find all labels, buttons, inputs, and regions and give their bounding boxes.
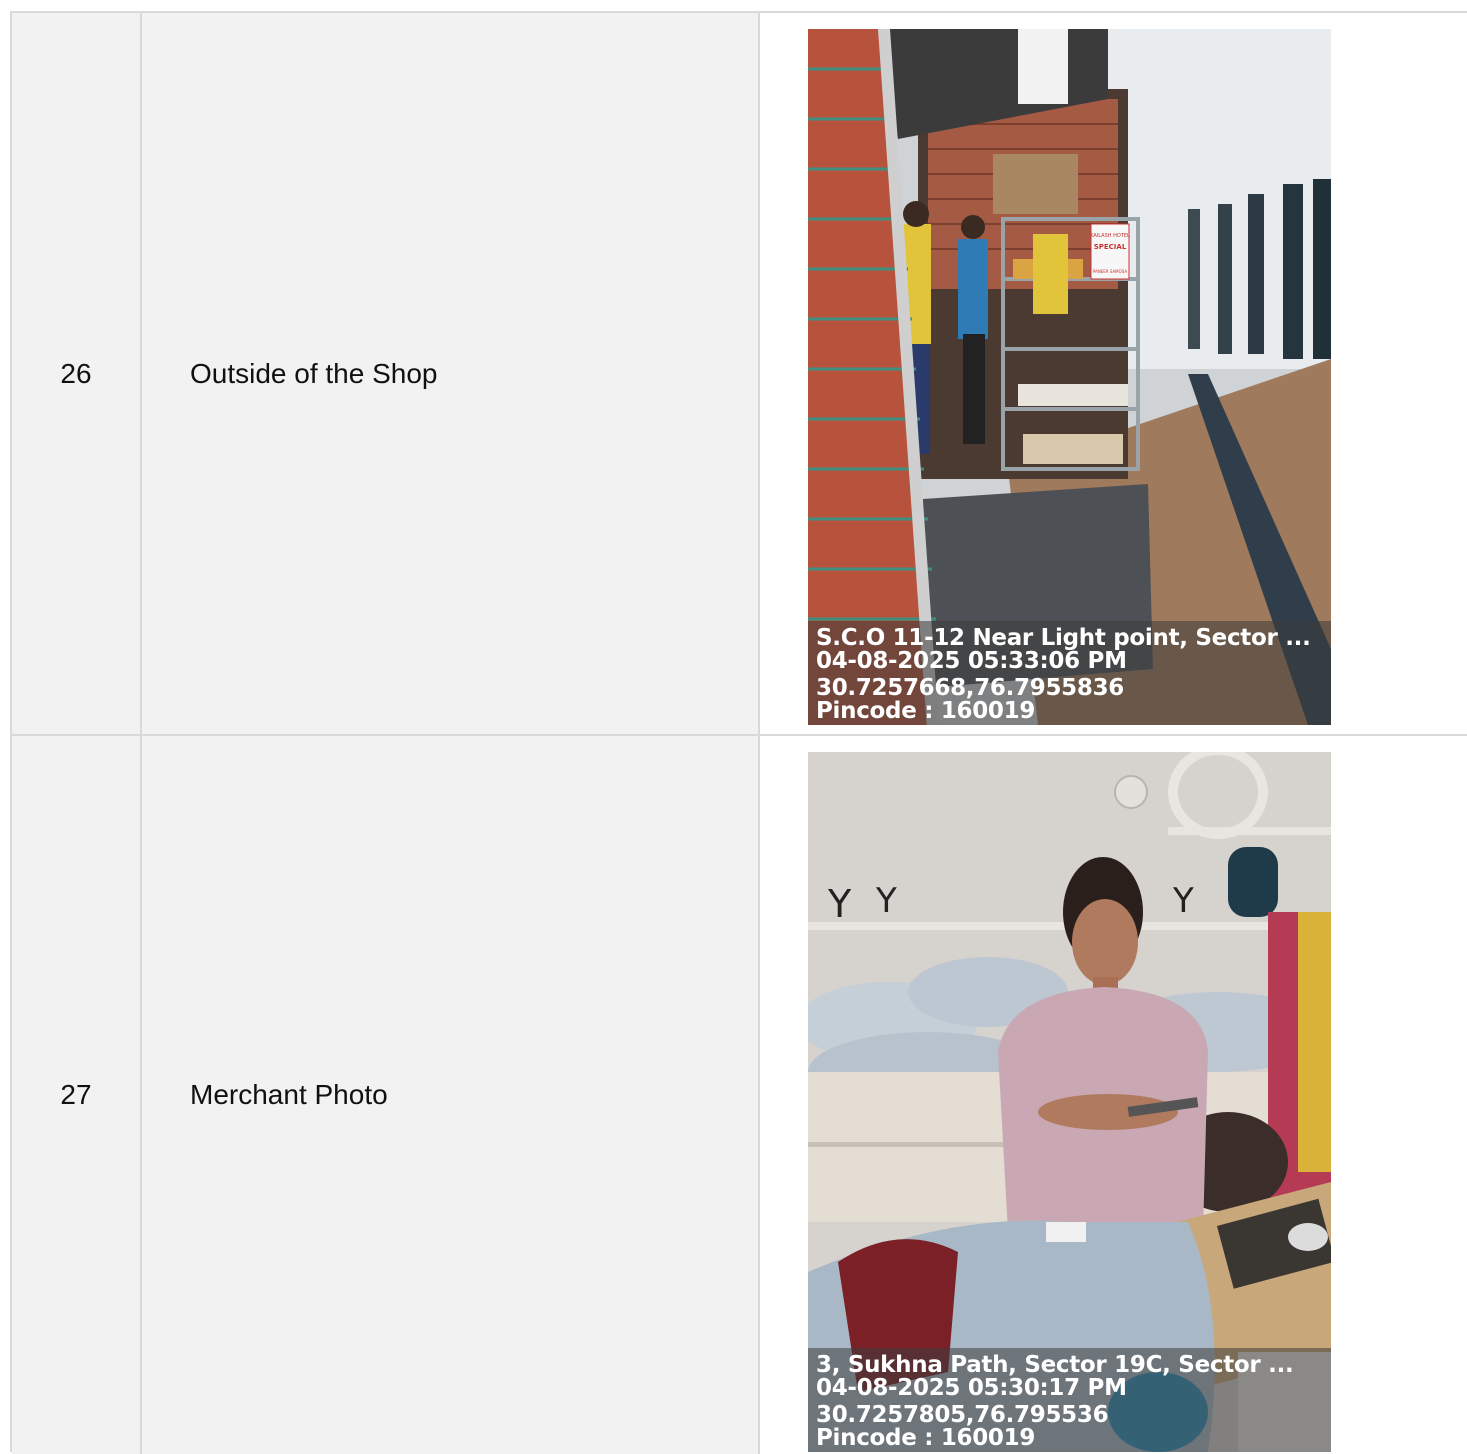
table-row: 26 Outside of the Shop KAILASH HOTEL SPE… — [12, 13, 1467, 736]
geo-datetime: 04-08-2025 05:33:06 PM — [816, 648, 1127, 674]
svg-text:Y: Y — [1172, 881, 1194, 921]
geo-coordinates: 30.7257668,76.7955836 — [816, 675, 1124, 701]
row-photo-cell: Y Y Y 3, Sukhna Path, Sector 19C, Sector… — [760, 736, 1467, 1454]
row-label: Merchant Photo — [190, 1079, 388, 1110]
shop-exterior-photo[interactable]: KAILASH HOTEL SPECIAL PANEER SAMOSA S.C.… — [808, 29, 1331, 725]
row-photo-cell: KAILASH HOTEL SPECIAL PANEER SAMOSA S.C.… — [760, 13, 1467, 734]
geo-tag-overlay: S.C.O 11-12 Near Light point, Sector ...… — [808, 621, 1331, 725]
geo-tag-overlay: 3, Sukhna Path, Sector 19C, Sector ... 0… — [808, 1348, 1331, 1452]
row-label: Outside of the Shop — [190, 357, 438, 389]
geo-address: S.C.O 11-12 Near Light point, Sector ... — [816, 625, 1311, 651]
sign-text: KAILASH HOTEL — [1090, 233, 1130, 239]
geo-pincode: Pincode : 160019 — [816, 1425, 1036, 1451]
geo-pincode: Pincode : 160019 — [816, 698, 1036, 724]
table-row: 27 Merchant Photo Y Y Y 3, Sukhna Path, … — [12, 736, 1467, 1454]
svg-text:Y: Y — [827, 882, 852, 926]
geo-address: 3, Sukhna Path, Sector 19C, Sector ... — [816, 1352, 1294, 1378]
row-number-cell: 26 — [12, 13, 142, 734]
geo-coordinates: 30.7257805,76.795536 — [816, 1402, 1109, 1428]
row-label-cell: Outside of the Shop — [142, 13, 760, 734]
merchant-image: Y Y Y — [808, 752, 1331, 1452]
geo-datetime: 04-08-2025 05:30:17 PM — [816, 1375, 1127, 1401]
row-label-cell: Merchant Photo — [142, 736, 760, 1454]
row-number: 27 — [60, 1079, 92, 1110]
row-number: 26 — [60, 357, 92, 389]
sign-text: SPECIAL — [1094, 243, 1127, 251]
row-number-cell: 27 — [12, 736, 142, 1454]
merchant-photo[interactable]: Y Y Y 3, Sukhna Path, Sector 19C, Sector… — [808, 752, 1331, 1452]
sign-text: PANEER SAMOSA — [1093, 269, 1128, 274]
svg-text:Y: Y — [875, 881, 897, 921]
photo-evidence-table: 26 Outside of the Shop KAILASH HOTEL SPE… — [10, 11, 1467, 1454]
